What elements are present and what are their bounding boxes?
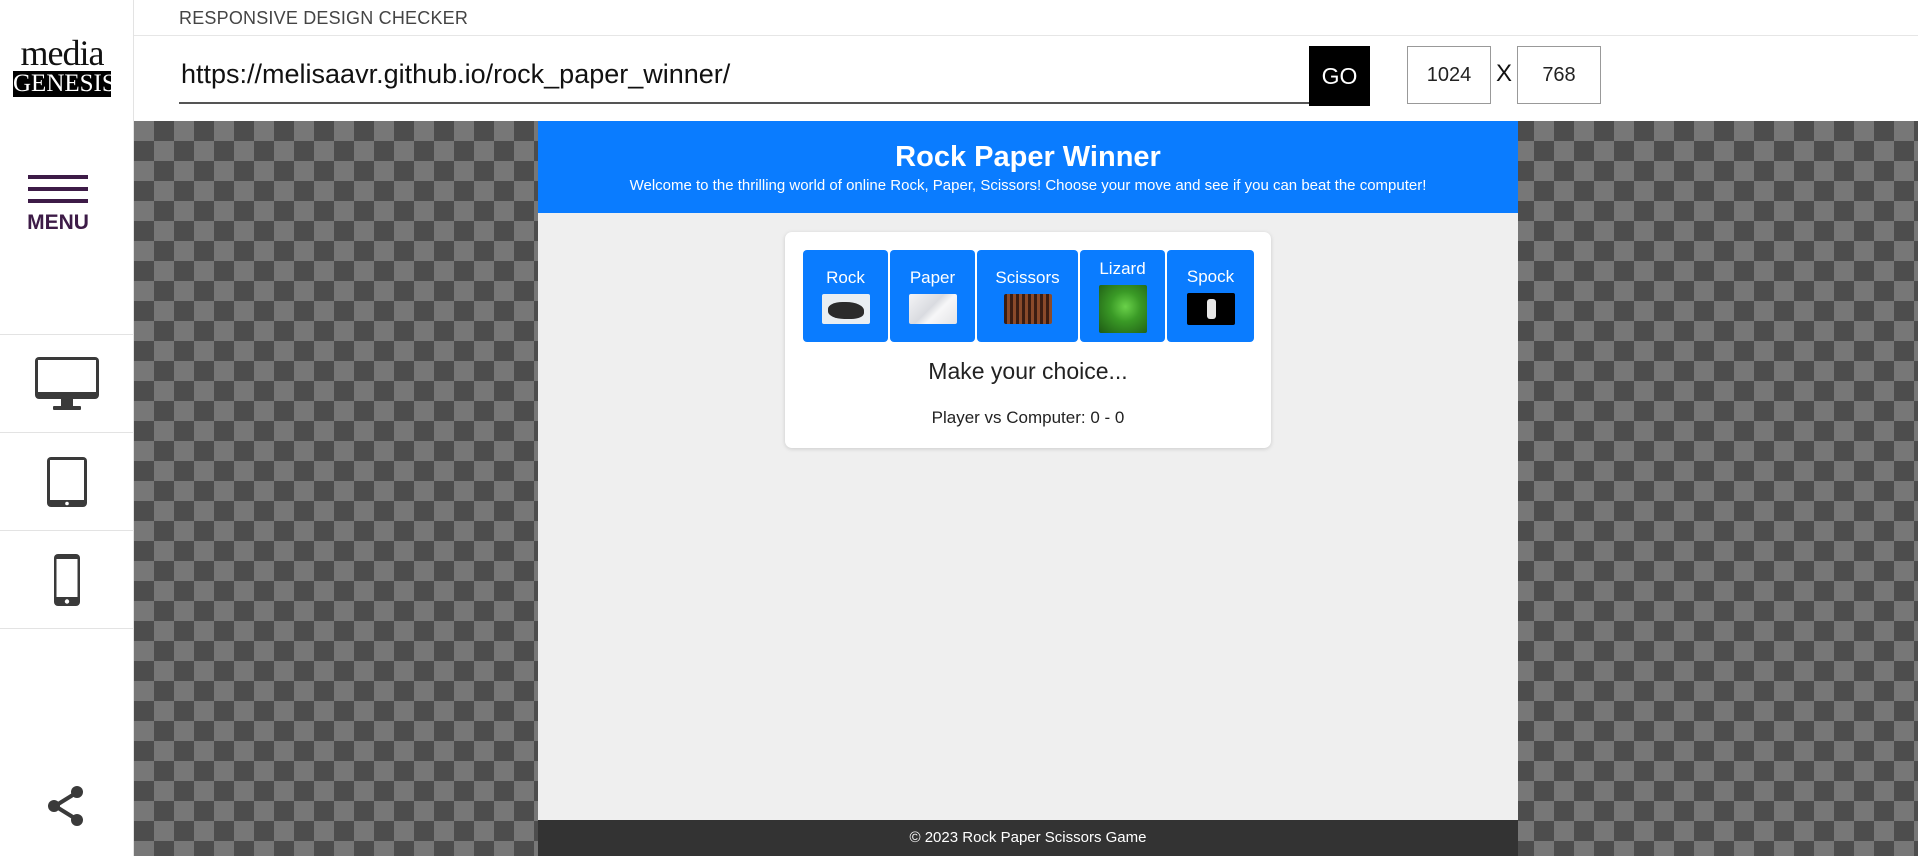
site-subtitle: Welcome to the thrilling world of online… — [629, 177, 1427, 194]
lizard-image — [1098, 285, 1147, 333]
hamburger-icon — [28, 175, 88, 203]
site-title: Rock Paper Winner — [895, 141, 1161, 173]
choice-lizard-button[interactable]: Lizard — [1080, 250, 1165, 342]
game-card: Rock Paper Scissors Lizard Spock Make yo… — [785, 232, 1271, 448]
tablet-view-button[interactable] — [0, 432, 134, 531]
width-input[interactable] — [1407, 46, 1491, 104]
desktop-icon — [35, 357, 99, 410]
dimension-separator: X — [1496, 60, 1513, 87]
site-footer: © 2023 Rock Paper Scissors Game — [538, 820, 1518, 856]
phone-view-button[interactable] — [0, 530, 134, 629]
logo-bottom-text: GENESIS — [13, 70, 116, 97]
url-input[interactable] — [179, 46, 1309, 104]
choice-spock-button[interactable]: Spock — [1167, 250, 1254, 342]
choice-buttons: Rock Paper Scissors Lizard Spock — [803, 250, 1256, 342]
choice-label: Spock — [1186, 267, 1235, 286]
topbar-divider — [134, 35, 1918, 36]
rock-image — [821, 294, 870, 324]
choice-label: Paper — [909, 268, 956, 287]
choice-paper-button[interactable]: Paper — [890, 250, 975, 342]
scissors-image — [1003, 294, 1052, 324]
go-button[interactable]: GO — [1309, 46, 1370, 106]
choice-label: Rock — [826, 268, 865, 287]
logo-top-text: media — [20, 33, 105, 73]
desktop-view-button[interactable] — [0, 334, 134, 433]
menu-button[interactable]: MENU — [0, 175, 116, 235]
app-title: RESPONSIVE DESIGN CHECKER — [179, 8, 469, 28]
height-input[interactable] — [1517, 46, 1601, 104]
tablet-icon — [47, 457, 87, 507]
media-genesis-logo[interactable]: media GENESIS — [13, 33, 116, 97]
share-button[interactable] — [44, 784, 88, 833]
spock-hand-image — [1186, 293, 1235, 325]
game-prompt: Make your choice... — [928, 358, 1128, 384]
paper-image — [908, 294, 957, 324]
phone-icon — [54, 554, 80, 606]
choice-rock-button[interactable]: Rock — [803, 250, 888, 342]
share-icon — [48, 786, 83, 826]
choice-label: Lizard — [1099, 259, 1146, 278]
sidebar: media GENESIS MENU — [0, 0, 134, 856]
menu-label: MENU — [27, 211, 89, 234]
choice-scissors-button[interactable]: Scissors — [977, 250, 1078, 342]
site-header: Rock Paper Winner Welcome to the thrilli… — [538, 121, 1518, 213]
site-preview-frame: Rock Paper Winner Welcome to the thrilli… — [538, 121, 1518, 856]
score-text: Player vs Computer: 0 - 0 — [931, 408, 1125, 427]
choice-label: Scissors — [995, 268, 1060, 287]
